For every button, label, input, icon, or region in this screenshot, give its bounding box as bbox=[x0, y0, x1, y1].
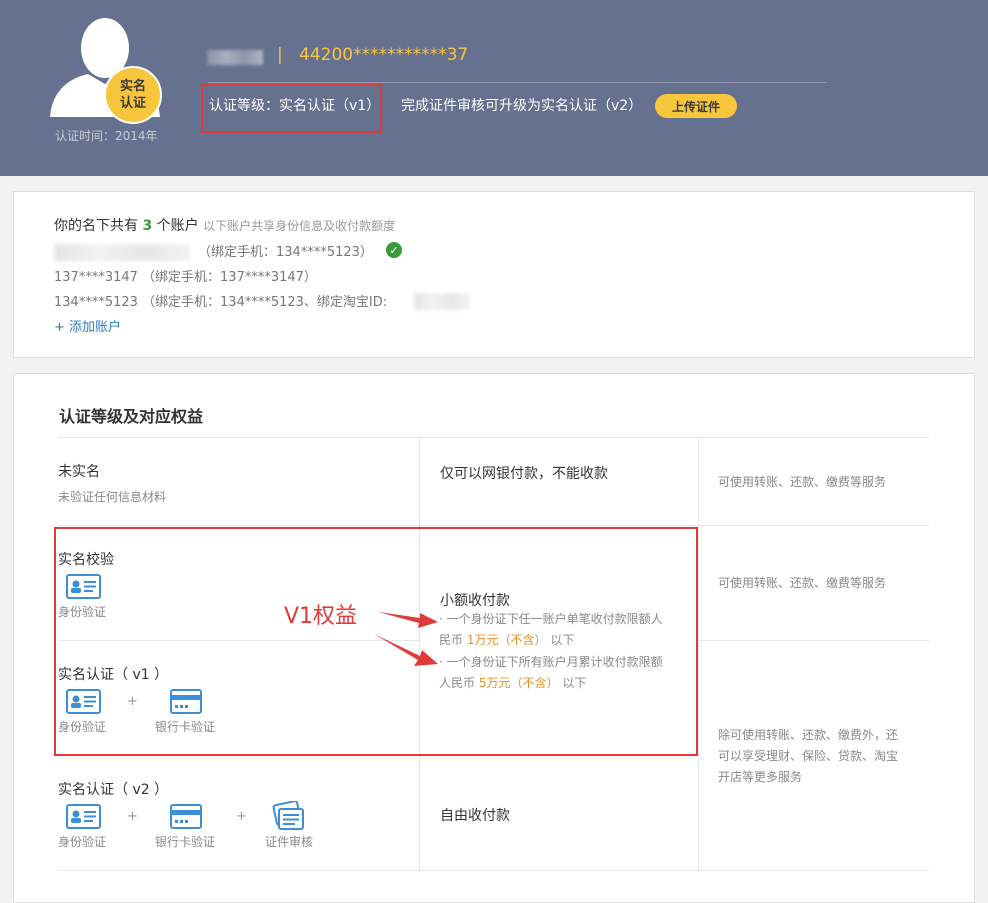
level-perks: 可使用转账、还款、缴费等服务 bbox=[718, 475, 887, 489]
level-perks: 除可使用转账、还款、缴费外，还 可以享受理财、保险、贷款、淘宝 开店等更多服务 bbox=[718, 725, 898, 788]
table-divider bbox=[58, 437, 929, 438]
header-divider bbox=[208, 82, 827, 83]
perks-line: 可以享受理财、保险、贷款、淘宝 bbox=[718, 749, 899, 763]
check-icon: ✓ bbox=[386, 242, 402, 258]
perks-line: 除可使用转账、还款、缴费外，还 bbox=[718, 728, 899, 742]
table-divider bbox=[698, 640, 929, 641]
accounts-count: 3 bbox=[142, 218, 153, 234]
id-card-icon bbox=[66, 804, 101, 829]
document-review-label: 证件审核 bbox=[265, 835, 314, 849]
perks-line: 开店等更多服务 bbox=[718, 770, 803, 784]
account-row: 134****5123 （绑定手机：134****5123、绑定淘宝ID: bbox=[54, 295, 388, 310]
level-capability: 仅可以网银付款，不能收款 bbox=[440, 466, 608, 482]
table-divider bbox=[58, 525, 929, 526]
account-row: 137****3147 （绑定手机：137****3147） bbox=[54, 270, 317, 285]
id-number: 44200***********37 bbox=[299, 45, 469, 65]
level-capability: 自由收付款 bbox=[440, 808, 510, 824]
annotation-arrow-icon bbox=[378, 612, 438, 628]
table-divider bbox=[58, 870, 929, 871]
levels-section-title: 认证等级及对应权益 bbox=[59, 407, 204, 426]
level-name: 实名认证（ v2 ） bbox=[58, 782, 169, 798]
bank-verify-label: 银行卡验证 bbox=[155, 835, 216, 849]
plus-sign: + bbox=[127, 809, 138, 824]
verified-badge: 实名 认证 bbox=[104, 66, 162, 124]
blurred-taobao-id bbox=[414, 293, 470, 310]
level-perks: 可使用转账、还款、缴费等服务 bbox=[718, 576, 887, 590]
accounts-title: 你的名下共有 3 个账户 以下账户共享身份信息及收付款额度 bbox=[54, 215, 395, 235]
badge-line2: 认证 bbox=[119, 96, 146, 111]
upgrade-hint-text: 完成证件审核可升级为实名认证（v2） bbox=[401, 98, 643, 114]
document-review-icon bbox=[272, 801, 304, 830]
v1-benefits-annotation: V1权益 bbox=[284, 604, 358, 629]
accounts-title-suffix: 个账户 bbox=[156, 218, 199, 234]
accounts-title-prefix: 你的名下共有 bbox=[54, 218, 138, 234]
name-separator: | bbox=[277, 45, 283, 65]
certification-time: 认证时间：2014年 bbox=[55, 129, 158, 143]
table-column-divider bbox=[698, 437, 699, 870]
blurred-name bbox=[207, 50, 263, 65]
plus-sign: + bbox=[236, 809, 247, 824]
level-description: 未验证任何信息材料 bbox=[58, 490, 167, 504]
badge-line1: 实名 bbox=[119, 79, 146, 94]
account-row: （绑定手机：134****5123） bbox=[198, 245, 373, 260]
accounts-subtitle: 以下账户共享身份信息及收付款额度 bbox=[203, 219, 396, 233]
upload-document-button[interactable]: 上传证件 bbox=[655, 94, 737, 118]
add-account-link[interactable]: + 添加账户 bbox=[54, 316, 121, 335]
id-verify-label: 身份验证 bbox=[58, 835, 107, 849]
level-highlight-box bbox=[201, 84, 382, 133]
annotation-arrow-icon bbox=[374, 634, 438, 666]
blurred-account-name bbox=[54, 244, 190, 261]
level-name: 未实名 bbox=[58, 464, 100, 480]
bank-card-icon bbox=[170, 804, 202, 829]
profile-header: 实名 认证 认证时间：2014年 | 44200***********37 认证… bbox=[0, 0, 988, 176]
